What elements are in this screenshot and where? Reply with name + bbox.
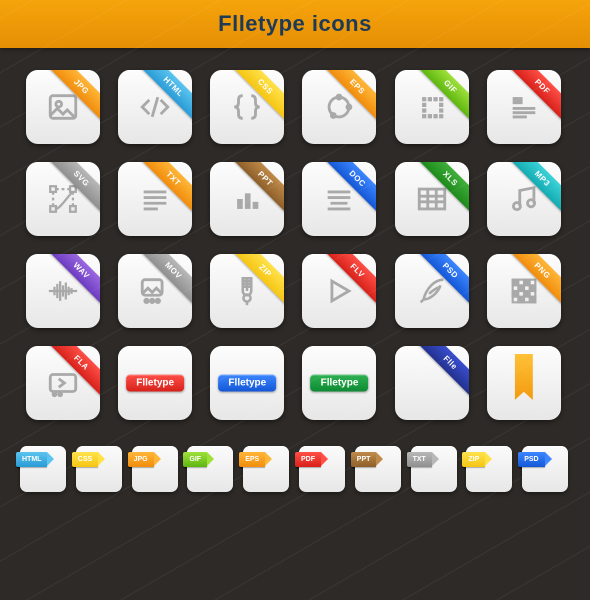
small-icon-row: HTMLCSSJPGGIFEPSPDFPPTTXTZIPPSD [0,430,590,492]
filetype-label: ZIP [231,254,284,305]
corner-ribbon: XLS [415,162,469,216]
filetype-tile: Flletype [302,346,376,420]
corner-ribbon: PPT [230,162,284,216]
filetype-label: MP3 [508,162,561,213]
filetype-tile: DOC [302,162,376,236]
small-filetype-tile: EPS [243,446,289,492]
small-filetype-tile: PPT [355,446,401,492]
small-filetype-tile: CSS [76,446,122,492]
filetype-label: Flle [416,346,469,397]
filetype-arrow-label: CSS [72,452,98,467]
corner-ribbon: FLV [322,254,376,308]
filetype-tile: Flle [395,346,469,420]
corner-ribbon: DOC [322,162,376,216]
corner-ribbon: MP3 [507,162,561,216]
corner-ribbon: ZIP [230,254,284,308]
filetype-arrow-label: TXT [407,452,432,467]
filetype-arrow-label: HTML [16,452,47,467]
filetype-tile: MOV [118,254,192,328]
filetype-tile [487,346,561,420]
filetype-arrow-label: ZIP [462,452,485,467]
filetype-label: JPG [47,70,100,121]
filetype-arrow-label: GIF [183,452,207,467]
filetype-tile: XLS [395,162,469,236]
filetype-tile: JPG [26,70,100,144]
corner-ribbon: HTML [138,70,192,124]
filetype-label: PSD [416,254,469,305]
small-filetype-tile: PDF [299,446,345,492]
filetype-label: HTML [139,70,192,121]
filetype-tile: Flletype [118,346,192,420]
small-filetype-tile: PSD [522,446,568,492]
small-filetype-tile: ZIP [466,446,512,492]
small-filetype-tile: HTML [20,446,66,492]
title-bar: Flletype icons [0,0,590,48]
filetype-tile: HTML [118,70,192,144]
filetype-tile: TXT [118,162,192,236]
filetype-tile: PNG [487,254,561,328]
filetype-tile: EPS [302,70,376,144]
filetype-label: WAV [47,254,100,305]
filetype-label: XLS [416,162,469,213]
filetype-tile: FLV [302,254,376,328]
filetype-tile: ZIP [210,254,284,328]
filetype-tile: GIF [395,70,469,144]
filetype-label: EPS [324,70,377,121]
filetype-center-label: Flletype [311,375,369,392]
corner-ribbon: PNG [507,254,561,308]
small-filetype-tile: TXT [411,446,457,492]
filetype-tile: SVG [26,162,100,236]
filetype-label: DOC [324,162,377,213]
corner-ribbon: WAV [46,254,100,308]
small-filetype-tile: JPG [132,446,178,492]
filetype-arrow-label: PPT [351,452,377,467]
corner-ribbon: EPS [322,70,376,124]
corner-ribbon: PSD [415,254,469,308]
filetype-arrow-label: PSD [518,452,544,467]
corner-ribbon: SVG [46,162,100,216]
corner-ribbon: PDF [507,70,561,124]
filetype-tile: MP3 [487,162,561,236]
filetype-label: PDF [508,70,561,121]
icon-grid: JPG HTML CSS EPS GIF PDF SVG TXT PPT DOC XLS MP3 WAV… [0,48,590,430]
corner-ribbon: FLA [46,346,100,400]
filetype-tile: PSD [395,254,469,328]
filetype-label: GIF [416,70,469,121]
corner-ribbon: TXT [138,162,192,216]
corner-ribbon: JPG [46,70,100,124]
filetype-label: FLV [324,254,377,305]
filetype-arrow-label: EPS [239,452,265,467]
filetype-arrow-label: JPG [128,452,154,467]
filetype-label: TXT [139,162,192,213]
filetype-tile: CSS [210,70,284,144]
corner-ribbon: CSS [230,70,284,124]
filetype-tile: PPT [210,162,284,236]
filetype-tile: WAV [26,254,100,328]
bookmark-icon [515,354,533,400]
filetype-label: PNG [508,254,561,305]
filetype-center-label: Flletype [126,375,184,392]
filetype-arrow-label: PDF [295,452,321,467]
filetype-tile: FLA [26,346,100,420]
filetype-label: MOV [139,254,192,305]
corner-ribbon: MOV [138,254,192,308]
corner-ribbon: Flle [415,346,469,400]
filetype-label: FLA [47,346,100,397]
filetype-label: SVG [47,162,100,213]
filetype-tile: Flletype [210,346,284,420]
small-filetype-tile: GIF [187,446,233,492]
filetype-label: PPT [231,162,284,213]
page-title: Flletype icons [218,11,372,37]
filetype-label: CSS [231,70,284,121]
filetype-tile: PDF [487,70,561,144]
filetype-center-label: Flletype [218,375,276,392]
corner-ribbon: GIF [415,70,469,124]
